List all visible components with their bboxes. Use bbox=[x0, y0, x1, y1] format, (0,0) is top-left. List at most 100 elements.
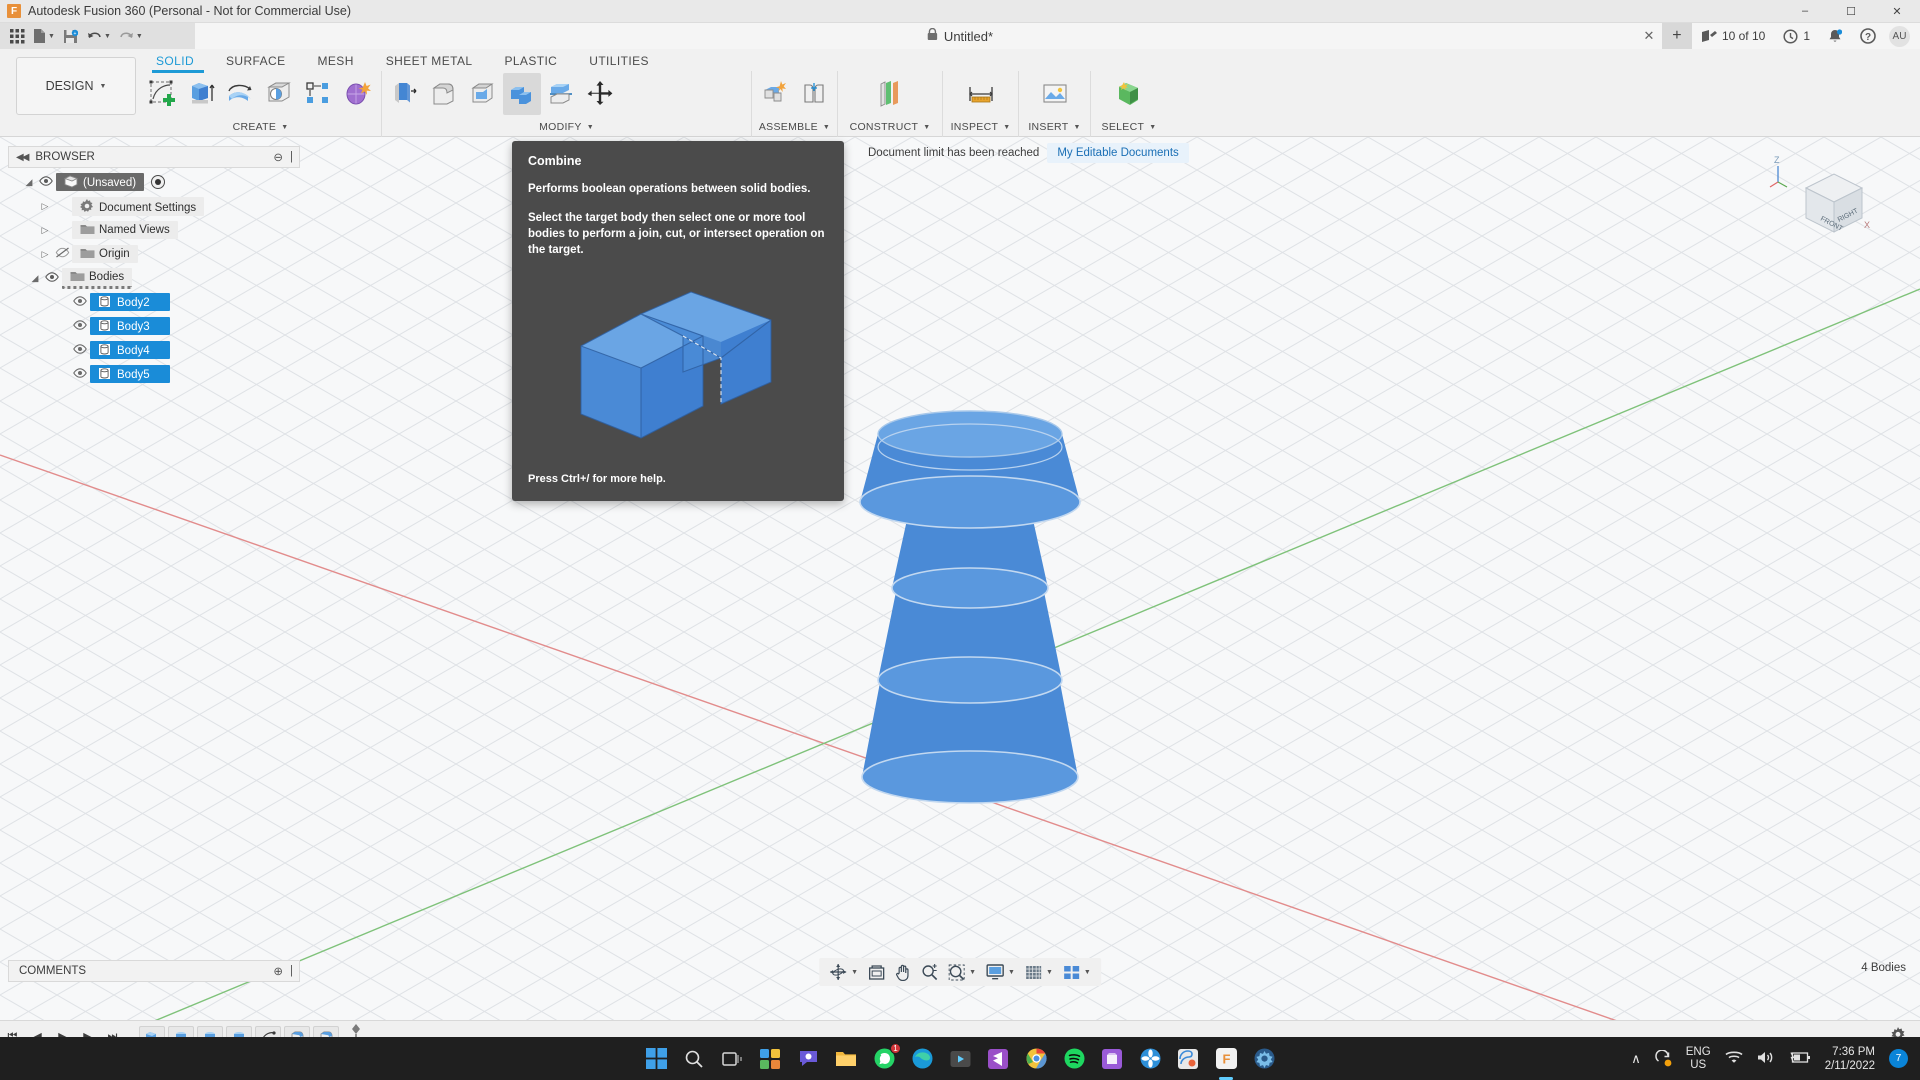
tree-node-document-settings[interactable]: ▷ Document Settings bbox=[8, 196, 308, 216]
tree-node-body4[interactable]: Body4 bbox=[8, 340, 308, 360]
expand-arrow-icon[interactable]: ▷ bbox=[38, 225, 52, 236]
job-status-indicator[interactable]: 10 of 10 bbox=[1692, 23, 1774, 49]
combine-button[interactable] bbox=[503, 73, 541, 115]
hole-button[interactable] bbox=[261, 73, 299, 115]
photos-icon[interactable] bbox=[1136, 1045, 1164, 1073]
viewports-button[interactable]: ▼ bbox=[1059, 960, 1095, 984]
tab-utilities[interactable]: UTILITIES bbox=[573, 51, 665, 71]
joint-button[interactable] bbox=[795, 73, 833, 115]
visual-studio-icon[interactable] bbox=[984, 1045, 1012, 1073]
fusion360-icon[interactable]: F bbox=[1212, 1045, 1240, 1073]
display-settings-button[interactable]: ▼ bbox=[982, 960, 1019, 984]
offset-plane-button[interactable] bbox=[871, 73, 909, 115]
close-button[interactable]: ✕ bbox=[1874, 0, 1920, 23]
expand-arrow-icon[interactable]: ◢ bbox=[22, 177, 36, 188]
activate-component-radio[interactable] bbox=[151, 175, 166, 189]
tab-mesh[interactable]: MESH bbox=[302, 51, 370, 71]
app-grid-icon[interactable] bbox=[6, 25, 28, 47]
new-file-icon[interactable]: ▼ bbox=[30, 25, 58, 47]
task-view-icon[interactable] bbox=[718, 1045, 746, 1073]
measure-button[interactable] bbox=[962, 73, 1000, 115]
extrude-button[interactable] bbox=[183, 73, 221, 115]
shell-button[interactable] bbox=[464, 73, 502, 115]
visibility-eye-icon[interactable] bbox=[70, 295, 90, 309]
help-button[interactable]: ? bbox=[1851, 23, 1885, 49]
language-indicator[interactable]: ENG US bbox=[1686, 1046, 1711, 1072]
visibility-eye-icon[interactable] bbox=[42, 271, 62, 285]
paint-icon[interactable] bbox=[1174, 1045, 1202, 1073]
chrome-browser-icon[interactable] bbox=[1022, 1045, 1050, 1073]
expand-arrow-icon[interactable]: ▷ bbox=[38, 201, 52, 212]
panel-resize-handle[interactable]: | bbox=[290, 965, 293, 977]
undo-icon[interactable]: ▼ bbox=[84, 25, 114, 47]
panel-modify-label[interactable]: MODIFY ▼ bbox=[386, 117, 747, 137]
save-icon[interactable]: + bbox=[60, 25, 82, 47]
search-icon[interactable] bbox=[680, 1045, 708, 1073]
tree-node-origin[interactable]: ▷ Origin bbox=[8, 244, 308, 264]
add-comment-icon[interactable]: ⊕ bbox=[273, 964, 283, 978]
view-cube[interactable]: Z X FRONT RIGHT bbox=[1766, 150, 1886, 260]
start-windows-icon[interactable] bbox=[642, 1045, 670, 1073]
panel-construct-label[interactable]: CONSTRUCT ▼ bbox=[842, 117, 938, 137]
teams-chat-icon[interactable] bbox=[794, 1045, 822, 1073]
document-tab-title[interactable]: Untitled* bbox=[927, 23, 993, 49]
visibility-eye-off-icon[interactable] bbox=[52, 247, 72, 261]
volume-icon[interactable] bbox=[1757, 1050, 1775, 1068]
tree-node-body5[interactable]: Body5 bbox=[8, 364, 308, 384]
panel-select-label[interactable]: SELECT ▼ bbox=[1095, 117, 1163, 137]
revolve-button[interactable] bbox=[222, 73, 260, 115]
tree-node-body2[interactable]: Body2 bbox=[8, 292, 308, 312]
redo-icon[interactable]: ▼ bbox=[116, 25, 146, 47]
tree-node-body3[interactable]: Body3 bbox=[8, 316, 308, 336]
move-copy-button[interactable] bbox=[581, 73, 619, 115]
press-pull-button[interactable] bbox=[386, 73, 424, 115]
whatsapp-icon[interactable]: 1 bbox=[870, 1042, 901, 1073]
visibility-eye-icon[interactable] bbox=[70, 319, 90, 333]
tree-node-named-views[interactable]: ▷ Named Views bbox=[8, 220, 308, 240]
my-editable-documents-link[interactable]: My Editable Documents bbox=[1047, 143, 1189, 163]
tab-plastic[interactable]: PLASTIC bbox=[488, 51, 573, 71]
user-avatar[interactable]: AU bbox=[1889, 25, 1910, 47]
tab-sheet-metal[interactable]: SHEET METAL bbox=[370, 51, 489, 71]
expand-arrow-icon[interactable]: ▷ bbox=[38, 249, 52, 260]
tab-surface[interactable]: SURFACE bbox=[210, 51, 301, 71]
maximize-button[interactable]: ☐ bbox=[1828, 0, 1874, 23]
orbit-button[interactable]: ▼ bbox=[825, 960, 862, 984]
wifi-icon[interactable] bbox=[1725, 1050, 1743, 1067]
new-component-button[interactable] bbox=[756, 73, 794, 115]
rectangular-pattern-button[interactable] bbox=[300, 73, 338, 115]
media-player-icon[interactable] bbox=[946, 1045, 974, 1073]
panel-insert-label[interactable]: INSERT ▼ bbox=[1023, 117, 1086, 137]
collapse-left-icon[interactable]: ◀◀ bbox=[16, 152, 29, 163]
panel-create-label[interactable]: CREATE ▼ bbox=[144, 117, 377, 137]
visibility-eye-icon[interactable] bbox=[70, 367, 90, 381]
create-form-button[interactable] bbox=[339, 73, 377, 115]
tab-solid[interactable]: SOLID bbox=[140, 51, 210, 71]
visibility-eye-icon[interactable] bbox=[36, 175, 56, 189]
spotify-icon[interactable] bbox=[1060, 1045, 1088, 1073]
recent-activity-indicator[interactable]: 1 bbox=[1774, 23, 1819, 49]
panel-resize-handle[interactable]: | bbox=[290, 151, 293, 163]
tray-expand-chevron-icon[interactable]: ∧ bbox=[1631, 1051, 1641, 1067]
split-body-button[interactable] bbox=[542, 73, 580, 115]
expand-arrow-icon[interactable]: ◢ bbox=[28, 273, 42, 284]
panel-inspect-label[interactable]: INSPECT ▼ bbox=[947, 117, 1014, 137]
new-tab-button[interactable]: + bbox=[1661, 23, 1692, 49]
pan-hand-button[interactable] bbox=[891, 960, 915, 984]
minimize-button[interactable]: – bbox=[1782, 0, 1828, 23]
workspace-selector[interactable]: DESIGN ▼ bbox=[16, 57, 136, 115]
zoom-window-button[interactable]: ▼ bbox=[944, 960, 980, 984]
edge-browser-icon[interactable] bbox=[908, 1045, 936, 1073]
tree-node-unsaved[interactable]: ◢ (Unsaved) bbox=[8, 172, 308, 192]
zoom-button[interactable] bbox=[917, 960, 942, 984]
select-tool-button[interactable] bbox=[1110, 73, 1148, 115]
notification-badge[interactable]: 7 bbox=[1889, 1049, 1908, 1068]
tree-node-bodies[interactable]: ◢ Bodies bbox=[8, 267, 308, 289]
panel-assemble-label[interactable]: ASSEMBLE ▼ bbox=[756, 117, 833, 137]
create-sketch-button[interactable] bbox=[144, 73, 182, 115]
clock-datetime[interactable]: 7:36 PM 2/11/2022 bbox=[1825, 1045, 1875, 1073]
notifications-button[interactable] bbox=[1819, 23, 1851, 49]
settings-icon[interactable] bbox=[1250, 1045, 1278, 1073]
fillet-button[interactable] bbox=[425, 73, 463, 115]
store-icon[interactable] bbox=[1098, 1045, 1126, 1073]
